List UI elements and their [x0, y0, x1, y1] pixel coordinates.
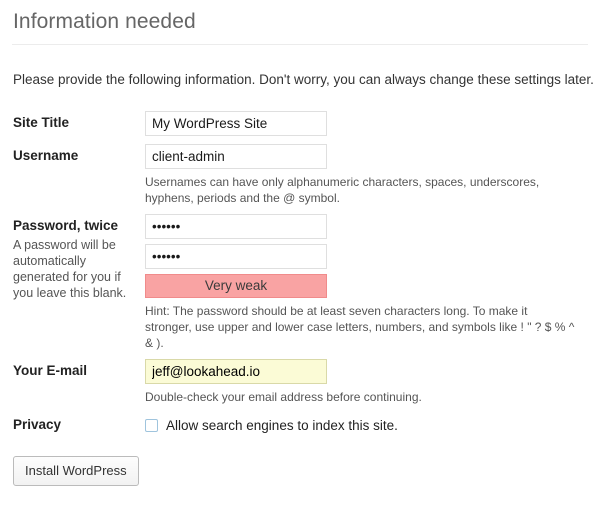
field-cell-password: Very weak Hint: The password should be a…: [145, 206, 600, 351]
password-note: A password will be automatically generat…: [13, 237, 131, 301]
row-email: Your E-mail Double-check your email addr…: [0, 351, 600, 405]
label-cell-site-title: Site Title: [0, 103, 145, 136]
intro-text: Please provide the following information…: [0, 45, 600, 89]
field-cell-username: Usernames can have only alphanumeric cha…: [145, 136, 600, 206]
submit-area: Install WordPress: [0, 434, 600, 486]
username-label: Username: [13, 147, 135, 164]
site-title-input[interactable]: [145, 111, 327, 136]
row-username: Username Usernames can have only alphanu…: [0, 136, 600, 206]
setup-form: Site Title Username Usernames can have o…: [0, 103, 600, 434]
field-cell-site-title: [145, 103, 600, 136]
password-confirm-input[interactable]: [145, 244, 327, 269]
label-cell-email: Your E-mail: [0, 351, 145, 405]
field-cell-email: Double-check your email address before c…: [145, 351, 600, 405]
email-input[interactable]: [145, 359, 327, 384]
password-help-text: Hint: The password should be at least se…: [145, 303, 577, 351]
search-engine-checkbox[interactable]: [145, 419, 158, 432]
row-password: Password, twice A password will be autom…: [0, 206, 600, 351]
username-input[interactable]: [145, 144, 327, 169]
email-label: Your E-mail: [13, 362, 135, 379]
row-site-title: Site Title: [0, 103, 600, 136]
install-wordpress-button[interactable]: Install WordPress: [13, 456, 139, 486]
password-input[interactable]: [145, 214, 327, 239]
privacy-label: Privacy: [13, 416, 135, 433]
label-cell-privacy: Privacy: [0, 405, 145, 434]
page-title: Information needed: [0, 0, 600, 35]
password-strength-indicator: Very weak: [145, 274, 327, 298]
label-cell-username: Username: [0, 136, 145, 206]
row-privacy: Privacy Allow search engines to index th…: [0, 405, 600, 434]
install-page: Information needed Please provide the fo…: [0, 0, 600, 506]
label-cell-password: Password, twice A password will be autom…: [0, 206, 145, 351]
username-help-text: Usernames can have only alphanumeric cha…: [145, 174, 577, 206]
email-help-text: Double-check your email address before c…: [145, 389, 577, 405]
search-engine-checkbox-label: Allow search engines to index this site.: [166, 417, 398, 434]
privacy-checkbox-row[interactable]: Allow search engines to index this site.: [145, 413, 588, 434]
field-cell-privacy: Allow search engines to index this site.: [145, 405, 600, 434]
site-title-label: Site Title: [13, 114, 135, 131]
password-label: Password, twice: [13, 217, 135, 234]
